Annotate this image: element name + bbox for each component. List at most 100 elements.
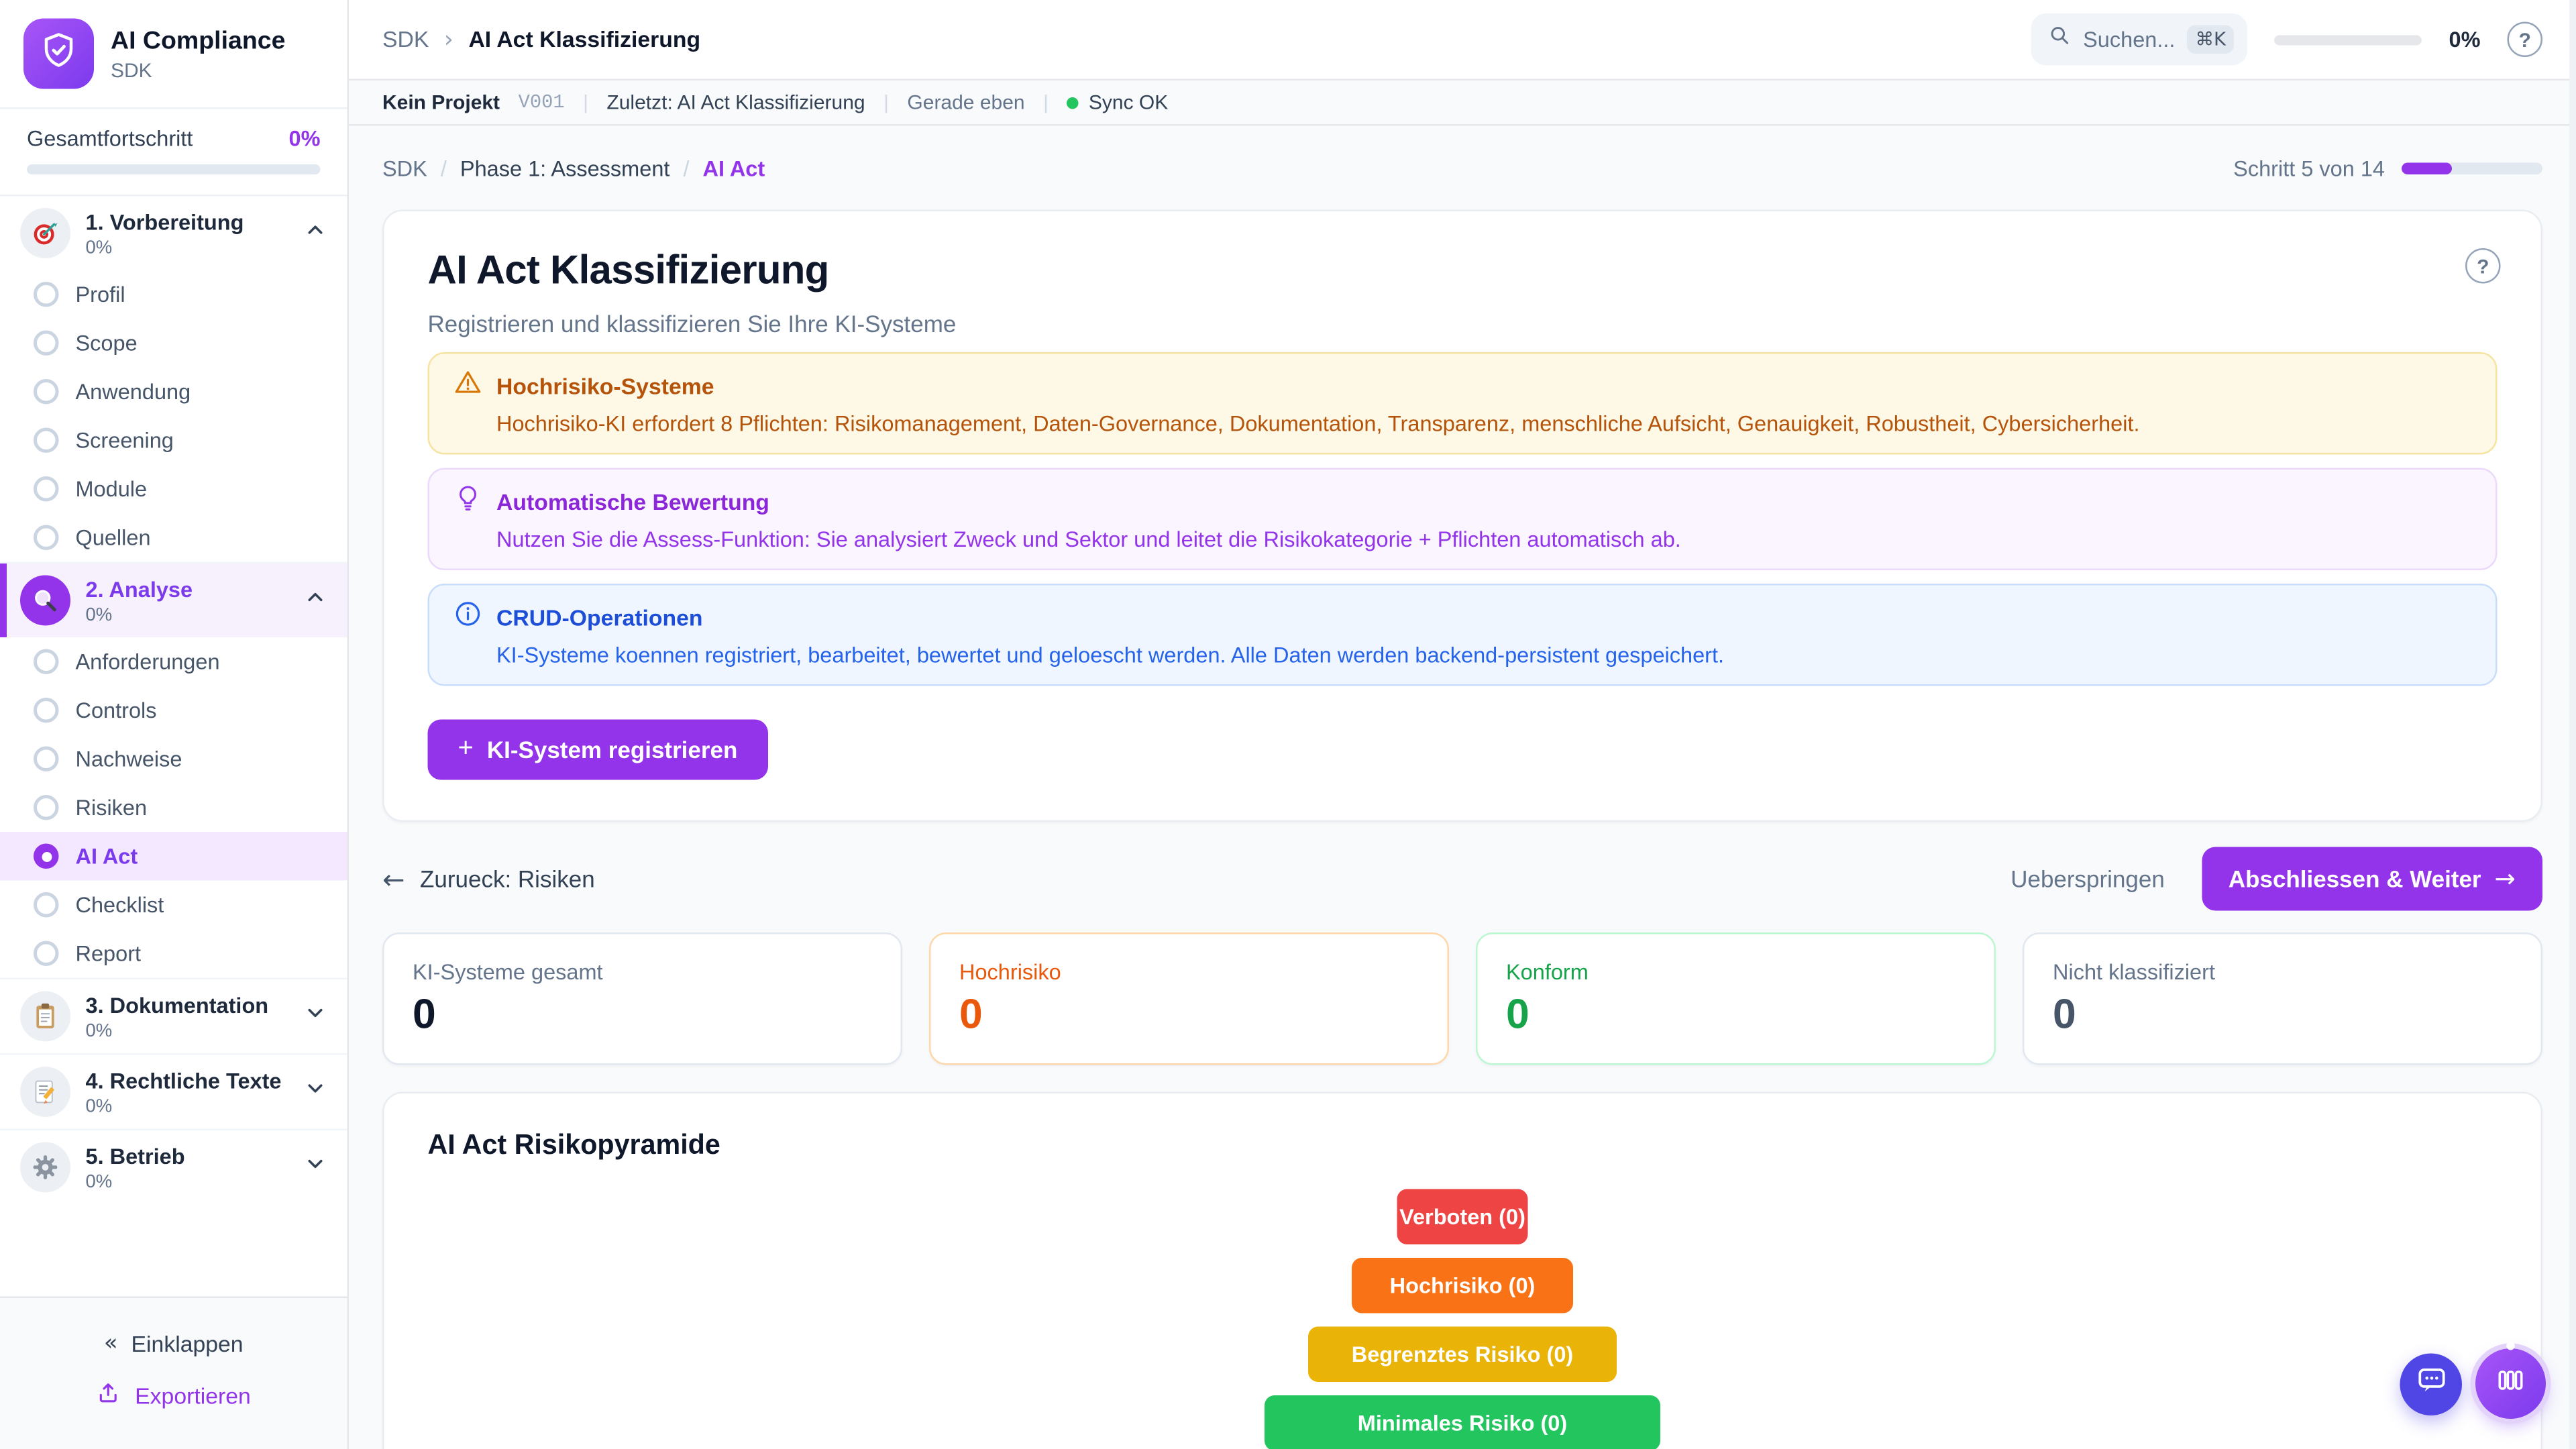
overall-progress-bar: [27, 164, 321, 174]
sidebar-item-nachweise[interactable]: Nachweise: [0, 735, 347, 784]
sidebar-item-profil[interactable]: Profil: [0, 270, 347, 319]
radio-circle-icon: [34, 892, 59, 918]
sidebar-section-analyse: 2. Analyse 0% Anforderungen Controls: [0, 562, 347, 978]
pyramid-level-verboten: Verboten (0): [1397, 1189, 1528, 1245]
sidebar-section-header-dokumentation[interactable]: 3. Dokumentation 0%: [0, 979, 347, 1053]
sidebar-nav: 1. Vorbereitung 0% Profil Scope: [0, 197, 347, 1297]
radio-circle-icon: [34, 525, 59, 551]
section-title: 3. Dokumentation: [86, 992, 289, 1019]
stat-label: KI-Systeme gesamt: [413, 959, 872, 985]
alert-head: CRUD-Operationen: [453, 599, 2472, 638]
page-scrollbar[interactable]: [2569, 0, 2576, 1449]
register-ki-system-button[interactable]: + KI-System registrieren: [428, 720, 768, 780]
collapse-label: Einklappen: [131, 1331, 244, 1356]
lightbulb-icon: [453, 483, 483, 522]
radio-circle-icon: [34, 331, 59, 356]
alert-head: Hochrisiko-Systeme: [453, 368, 2472, 407]
alert-body: KI-Systeme koennen registriert, bearbeit…: [453, 641, 2472, 669]
sidebar-item-label: Nachweise: [76, 747, 182, 772]
topbar-progress-value: 0%: [2449, 27, 2481, 52]
alert-head: Automatische Bewertung: [453, 483, 2472, 522]
main-column: SDK › AI Act Klassifizierung Suchen... ⌘…: [349, 0, 2576, 1449]
columns-icon: [2494, 1362, 2528, 1405]
upload-icon: [97, 1381, 122, 1411]
chevron-down-icon: [304, 1076, 327, 1108]
breadcrumb: SDK › AI Act Klassifizierung: [382, 26, 700, 53]
sidebar-item-label: Profil: [76, 282, 125, 307]
step-progress-fill: [2402, 162, 2453, 174]
sidebar-item-anforderungen[interactable]: Anforderungen: [0, 637, 347, 686]
skip-button[interactable]: Ueberspringen: [2010, 865, 2165, 892]
stat-value: 0: [959, 991, 1419, 1038]
magnifier-icon: [20, 576, 70, 626]
chevron-up-icon: [304, 584, 327, 616]
sidebar-item-report[interactable]: Report: [0, 929, 347, 978]
pyramid-title: AI Act Risikopyramide: [428, 1130, 2498, 1163]
sidebar-section-header-vorbereitung[interactable]: 1. Vorbereitung 0%: [0, 197, 347, 270]
help-icon[interactable]: ?: [2508, 22, 2543, 58]
crumb-phase[interactable]: Phase 1: Assessment: [460, 155, 670, 180]
sidebar-section-dokumentation: 3. Dokumentation 0%: [0, 978, 347, 1054]
stat-card-konform: Konform 0: [1476, 932, 1996, 1065]
sidebar-footer: « Einklappen Exportieren: [0, 1297, 347, 1449]
section-text: 5. Betrieb 0%: [86, 1143, 289, 1192]
chat-fab-button[interactable]: [2400, 1354, 2463, 1416]
arrow-left-icon: ←: [382, 863, 405, 895]
section-text: 4. Rechtliche Texte 0%: [86, 1067, 289, 1116]
board-fab-button[interactable]: [2475, 1348, 2546, 1419]
back-label: Zurueck: Risiken: [420, 865, 595, 892]
sidebar-section-betrieb: 5. Betrieb 0%: [0, 1129, 347, 1205]
page-breadcrumb: SDK / Phase 1: Assessment / AI Act: [382, 155, 765, 180]
stat-card-gesamt: KI-Systeme gesamt 0: [382, 932, 902, 1065]
target-icon: [20, 208, 70, 258]
export-button[interactable]: Exportieren: [0, 1368, 347, 1422]
card-help-icon[interactable]: ?: [2465, 248, 2501, 284]
sidebar-item-label: Screening: [76, 428, 174, 453]
radio-circle-icon: [34, 795, 59, 820]
step-label: Schritt 5 von 14: [2233, 155, 2385, 180]
stat-label: Konform: [1506, 959, 1966, 985]
sidebar-item-controls[interactable]: Controls: [0, 686, 347, 735]
alert-title: Hochrisiko-Systeme: [496, 372, 714, 402]
sidebar-item-checklist[interactable]: Checklist: [0, 881, 347, 930]
breadcrumb-root[interactable]: SDK: [382, 27, 429, 52]
risk-pyramid: Verboten (0) Hochrisiko (0) Begrenztes R…: [428, 1189, 2498, 1449]
collapse-sidebar-button[interactable]: « Einklappen: [0, 1318, 347, 1368]
wizard-nav-row: ← Zurueck: Risiken Ueberspringen Abschli…: [382, 845, 2542, 912]
step-progress: Schritt 5 von 14: [2233, 155, 2542, 180]
radio-selected-icon: [34, 844, 59, 869]
radio-circle-icon: [34, 379, 59, 405]
stat-card-hochrisiko: Hochrisiko 0: [929, 932, 1449, 1065]
crumb-sdk[interactable]: SDK: [382, 155, 427, 180]
sidebar-item-anwendung[interactable]: Anwendung: [0, 368, 347, 417]
alert-automatische-bewertung: Automatische Bewertung Nutzen Sie die As…: [428, 468, 2498, 571]
search-input[interactable]: Suchen... ⌘K: [2031, 13, 2248, 66]
clipboard-icon: [20, 991, 70, 1042]
section-percent: 0%: [86, 1020, 289, 1040]
finish-next-button[interactable]: Abschliessen & Weiter →: [2202, 847, 2542, 911]
last-action: Zuletzt: AI Act Klassifizierung: [606, 91, 865, 114]
chevron-right-icon: ›: [444, 26, 453, 53]
status-bar: Kein Projekt V001 | Zuletzt: AI Act Klas…: [349, 80, 2576, 126]
sidebar-item-module[interactable]: Module: [0, 465, 347, 514]
back-button[interactable]: ← Zurueck: Risiken: [382, 863, 595, 895]
section-percent: 0%: [86, 237, 289, 258]
sidebar-item-risiken[interactable]: Risiken: [0, 784, 347, 833]
sidebar-section-header-betrieb[interactable]: 5. Betrieb 0%: [0, 1130, 347, 1204]
radio-circle-icon: [34, 698, 59, 723]
topbar-progress-bar: [2275, 34, 2422, 44]
overall-progress: Gesamtfortschritt 0%: [0, 109, 347, 197]
sidebar-section-header-analyse[interactable]: 2. Analyse 0%: [0, 564, 347, 637]
alert-body: Hochrisiko-KI erfordert 8 Pflichten: Ris…: [453, 409, 2472, 438]
version-badge: V001: [519, 91, 565, 113]
section-percent: 0%: [86, 1171, 289, 1191]
next-label: Abschliessen & Weiter: [2229, 865, 2481, 892]
radio-circle-icon: [34, 747, 59, 772]
sidebar-item-screening[interactable]: Screening: [0, 416, 347, 465]
alert-crud-operationen: CRUD-Operationen KI-Systeme koennen regi…: [428, 584, 2498, 686]
sidebar-section-header-rechtliche-texte[interactable]: 4. Rechtliche Texte 0%: [0, 1055, 347, 1129]
sidebar-item-scope[interactable]: Scope: [0, 319, 347, 368]
slash-separator: /: [683, 155, 689, 180]
sidebar-item-quellen[interactable]: Quellen: [0, 513, 347, 562]
sidebar-item-ai-act[interactable]: AI Act: [0, 832, 347, 881]
